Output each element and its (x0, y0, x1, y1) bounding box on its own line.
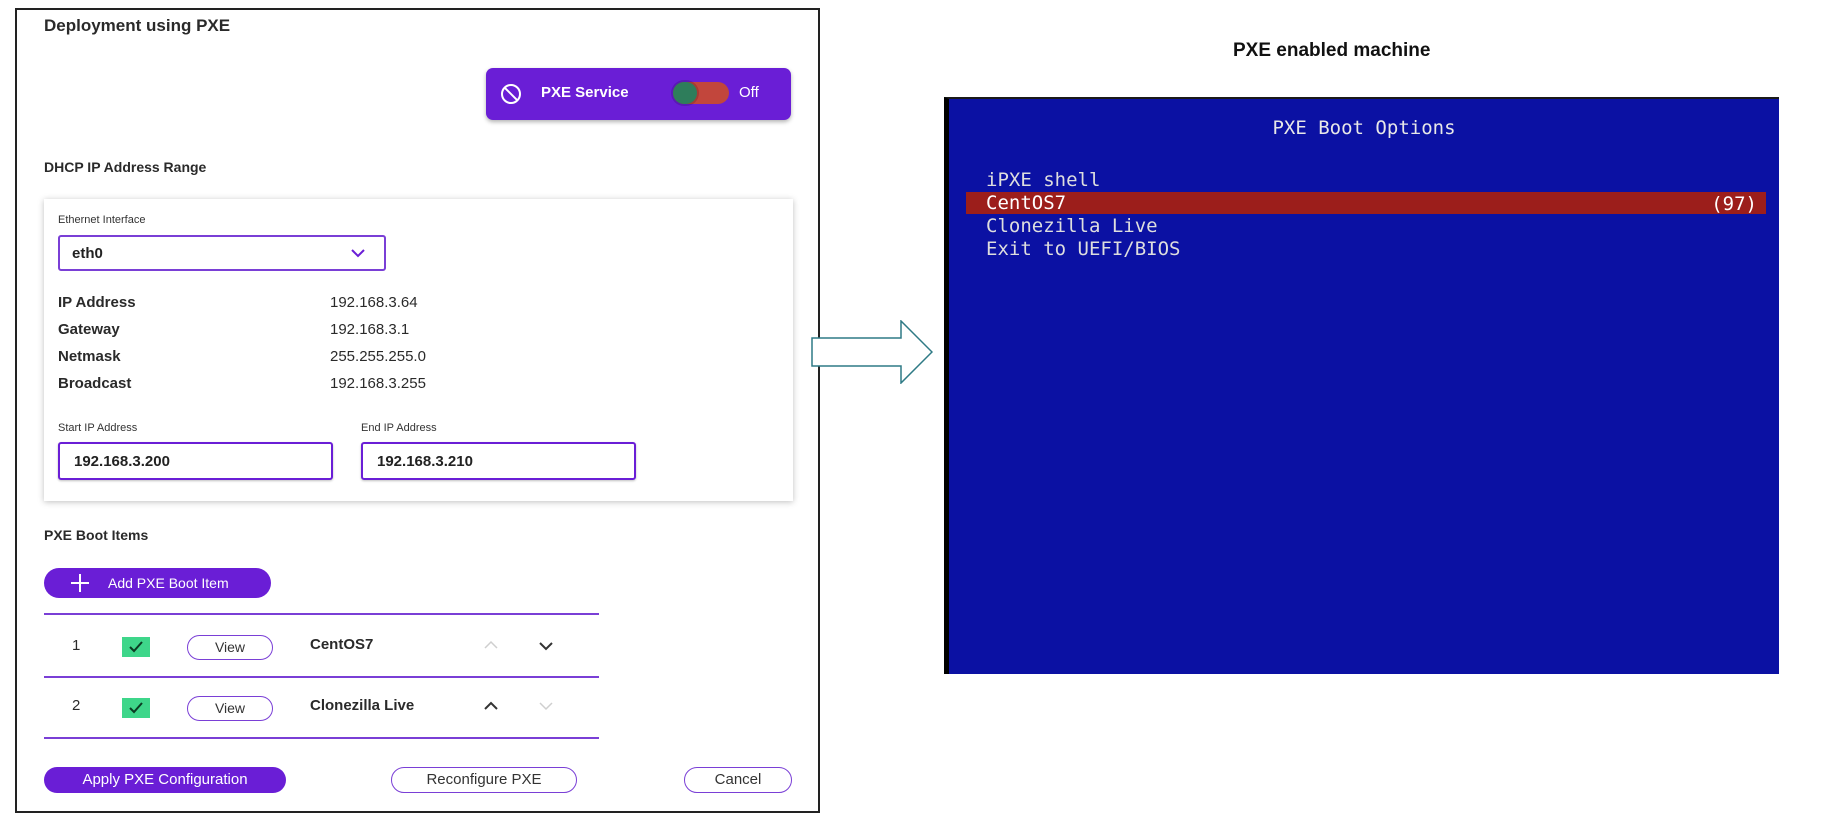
pxe-service-toggle[interactable] (673, 82, 729, 104)
boot-item-checkbox[interactable] (122, 698, 150, 718)
netmask-value: 255.255.255.0 (330, 348, 426, 365)
start-ip-value: 192.168.3.200 (74, 453, 170, 470)
boot-item-index: 1 (72, 637, 81, 654)
reconfigure-button[interactable]: Reconfigure PXE (391, 767, 577, 793)
boot-option-selected[interactable]: CentOS7 (986, 192, 1066, 214)
check-icon (129, 702, 143, 714)
right-caption: PXE enabled machine (1233, 40, 1431, 61)
pxe-boot-screen: PXE Boot Options iPXE shell CentOS7 (97)… (944, 97, 1779, 674)
boot-item-name: CentOS7 (310, 636, 374, 653)
panel-title: Deployment using PXE (44, 16, 231, 35)
chevron-down-icon[interactable] (538, 700, 554, 712)
toggle-state-label: Off (739, 84, 759, 101)
pxe-service-control: PXE Service Off (486, 68, 791, 120)
boot-options-title: PXE Boot Options (1272, 117, 1456, 139)
plus-icon (71, 574, 89, 592)
dhcp-section-title: DHCP IP Address Range (44, 159, 207, 175)
chevron-up-icon[interactable] (483, 639, 499, 651)
ip-address-value: 192.168.3.64 (330, 294, 418, 311)
view-button[interactable]: View (187, 635, 273, 660)
ethernet-interface-label: Ethernet Interface (58, 214, 146, 226)
start-ip-input[interactable]: 192.168.3.200 (58, 442, 333, 480)
ban-icon (501, 84, 521, 104)
toggle-knob (673, 82, 697, 104)
dhcp-card: Ethernet Interface eth0 IP Address 192.1… (44, 199, 793, 501)
boot-countdown: (97) (1711, 193, 1757, 215)
apply-configuration-button[interactable]: Apply PXE Configuration (44, 767, 286, 793)
ip-address-label: IP Address (58, 294, 136, 311)
netmask-label: Netmask (58, 348, 121, 365)
boot-option[interactable]: Clonezilla Live (986, 215, 1158, 237)
gateway-value: 192.168.3.1 (330, 321, 410, 338)
chevron-down-icon (351, 249, 365, 258)
ethernet-interface-value: eth0 (72, 245, 103, 262)
pxe-deployment-panel: Deployment using PXE PXE Service Off DHC… (15, 8, 820, 813)
boot-item-index: 2 (72, 697, 81, 714)
boot-item-name: Clonezilla Live (310, 697, 415, 714)
end-ip-label: End IP Address (361, 422, 437, 434)
divider (44, 737, 599, 739)
chevron-up-icon[interactable] (483, 700, 499, 712)
cancel-button[interactable]: Cancel (684, 767, 792, 793)
ethernet-interface-select[interactable]: eth0 (58, 235, 386, 271)
end-ip-input[interactable]: 192.168.3.210 (361, 442, 636, 480)
add-boot-item-label: Add PXE Boot Item (108, 575, 229, 591)
add-boot-item-button[interactable]: Add PXE Boot Item (44, 568, 271, 598)
boot-option[interactable]: iPXE shell (986, 169, 1100, 191)
selected-item-highlight (966, 192, 1766, 214)
check-icon (129, 641, 143, 653)
view-button[interactable]: View (187, 696, 273, 721)
broadcast-label: Broadcast (58, 375, 132, 392)
start-ip-label: Start IP Address (58, 422, 138, 434)
boot-item-checkbox[interactable] (122, 637, 150, 657)
boot-items-section-title: PXE Boot Items (44, 527, 149, 543)
boot-option[interactable]: Exit to UEFI/BIOS (986, 238, 1180, 260)
broadcast-value: 192.168.3.255 (330, 375, 426, 392)
arrow-right-icon (811, 320, 933, 384)
boot-item-row: 2 View Clonezilla Live (44, 678, 599, 738)
gateway-label: Gateway (58, 321, 120, 338)
boot-item-row: 1 View CentOS7 (44, 615, 599, 679)
pxe-service-label: PXE Service (541, 84, 629, 101)
end-ip-value: 192.168.3.210 (377, 453, 473, 470)
chevron-down-icon[interactable] (538, 640, 554, 652)
